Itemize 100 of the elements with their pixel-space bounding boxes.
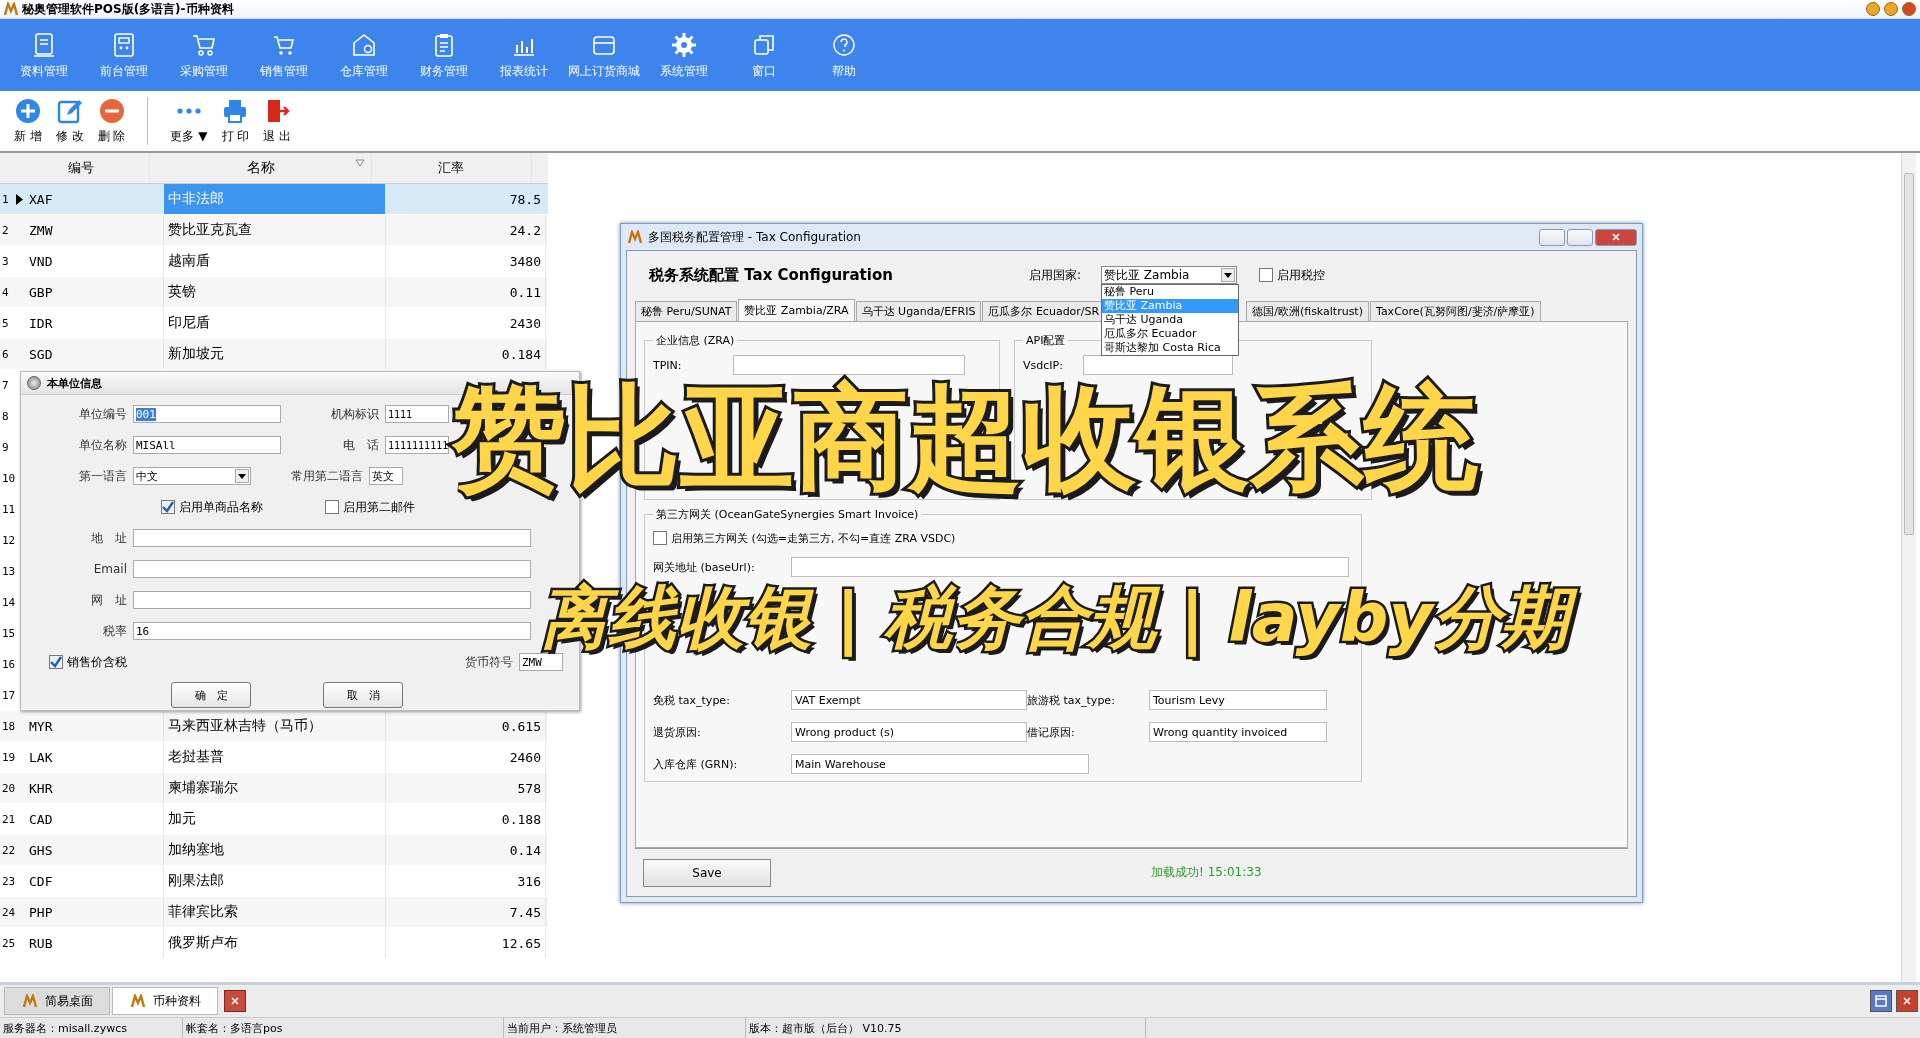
toolbar-button[interactable]: 修 改 <box>51 97 88 145</box>
field-label: 第一语言 <box>78 467 128 485</box>
minimize-button[interactable] <box>1866 2 1880 16</box>
dropdown-option[interactable]: 秘鲁 Peru <box>1102 285 1238 299</box>
tab[interactable]: 德国/欧洲(fiskaltrust) <box>1246 301 1369 321</box>
table-row[interactable]: 6 SGD 新加坡元 0.184 <box>0 339 548 370</box>
close-tab-button[interactable] <box>224 990 246 1012</box>
input-field[interactable]: Wrong product (s) <box>791 722 1027 742</box>
table-cell: 越南盾 <box>164 246 386 276</box>
input-field[interactable] <box>1083 355 1233 375</box>
table-row[interactable]: 18 MYR 马来西亚林吉特（马币） 0.615 <box>0 711 548 742</box>
group-title: 第三方网关 (OceanGateSynergies Smart Invoice) <box>653 507 922 522</box>
field-label: 机构标识 <box>330 405 380 423</box>
maximize-button[interactable] <box>1884 2 1898 16</box>
input-field[interactable]: 1111 <box>385 405 449 423</box>
maximize-button[interactable] <box>1567 228 1593 246</box>
scrollbar[interactable] <box>1901 153 1916 982</box>
nav-button[interactable]: 网上订货商城 <box>564 19 644 91</box>
table-row[interactable]: 3 VND 越南盾 3480 <box>0 246 548 277</box>
table-row[interactable]: 25 RUB 俄罗斯卢布 12.65 <box>0 928 548 959</box>
dropdown[interactable]: 中文 <box>133 467 251 485</box>
checkbox[interactable]: 启用单商品名称 <box>161 498 325 516</box>
table-row[interactable]: 22 GHS 加纳塞地 0.14 <box>0 835 548 866</box>
table-cell: 俄罗斯卢布 <box>164 928 386 958</box>
table-cell: 578 <box>386 773 546 803</box>
scroll-thumb[interactable] <box>1904 173 1914 535</box>
table-cell: 0.11 <box>386 277 546 307</box>
nav-button[interactable]: 仓库管理 <box>324 19 404 91</box>
checkbox[interactable]: 启用第二邮件 <box>325 498 415 516</box>
column-header[interactable]: 编号 <box>12 153 150 183</box>
row-number: 3 <box>1 254 10 268</box>
input-field[interactable]: MISAll <box>133 436 281 454</box>
input-field[interactable]: 英文 <box>369 467 403 485</box>
checkbox[interactable]: 启用税控 <box>1259 266 1325 284</box>
toolbar-button[interactable]: 更多 ▼ <box>166 97 212 145</box>
toolbar-button[interactable]: 打 印 <box>217 97 254 145</box>
tab[interactable]: 赞比亚 Zambia/ZRA <box>738 299 855 321</box>
nav-button[interactable]: 前台管理 <box>84 19 164 91</box>
column-header[interactable]: 名称 <box>150 153 372 183</box>
dropdown-option[interactable]: 哥斯达黎加 Costa Rica <box>1102 341 1238 355</box>
dropdown-option[interactable]: 厄瓜多尔 Ecuador <box>1102 327 1238 341</box>
tab[interactable]: 乌干达 Uganda/EFRIS <box>855 301 982 321</box>
table-row[interactable]: 20 KHR 柬埔寨瑞尔 578 <box>0 773 548 804</box>
nav-button[interactable]: 销售管理 <box>244 19 324 91</box>
table-row[interactable]: 2 ZMW 赞比亚克瓦查 24.2 <box>0 215 548 246</box>
input-field[interactable]: Wrong quantity invoiced <box>1149 722 1327 742</box>
column-header[interactable]: 汇率 <box>372 153 532 183</box>
close-button[interactable] <box>1902 2 1916 16</box>
input-field[interactable]: 001 <box>133 405 281 423</box>
nav-button[interactable]: 帮助 <box>804 19 884 91</box>
document-tab[interactable]: 币种资料 <box>112 987 218 1015</box>
input-field[interactable]: VAT Exempt <box>791 690 1027 710</box>
input-field[interactable] <box>133 560 531 578</box>
input-field[interactable] <box>791 557 1349 577</box>
field-label: 退货原因: <box>653 724 702 740</box>
checkbox[interactable]: 启用第三方网关 (勾选=走第三方, 不勾=直连 ZRA VSDC) <box>653 529 1353 547</box>
table-row[interactable]: 21 CAD 加元 0.188 <box>0 804 548 835</box>
table-cell: IDR <box>26 308 164 338</box>
nav-button[interactable]: 资料管理 <box>4 19 84 91</box>
table-cell: GHS <box>26 835 164 865</box>
input-field[interactable]: ZMW <box>519 653 563 671</box>
nav-button[interactable]: 财务管理 <box>404 19 484 91</box>
toolbar-button[interactable]: 新 增 <box>10 97 46 145</box>
input-field[interactable] <box>733 355 965 375</box>
close-icon <box>1612 233 1620 241</box>
table-row[interactable]: 23 CDF 刚果法郎 316 <box>0 866 548 897</box>
tab[interactable]: 秘鲁 Peru/SUNAT <box>635 301 738 321</box>
row-number: 4 <box>1 285 10 299</box>
close-button[interactable] <box>1896 990 1918 1012</box>
confirm-button[interactable]: 确 定 <box>171 682 251 708</box>
input-field[interactable]: Tourism Levy <box>1149 690 1327 710</box>
nav-button[interactable]: 窗口 <box>724 19 804 91</box>
table-cell: CDF <box>26 866 164 896</box>
nav-button[interactable]: 报表统计 <box>484 19 564 91</box>
table-row[interactable]: 1 XAF 中非法郎 78.5 <box>0 184 548 215</box>
table-row[interactable]: 24 PHP 菲律宾比索 7.45 <box>0 897 548 928</box>
table-row[interactable]: 19 LAK 老挝基普 2460 <box>0 742 548 773</box>
input-field[interactable] <box>133 591 531 609</box>
cancel-button[interactable]: 取 消 <box>323 682 403 708</box>
save-button[interactable]: Save <box>643 858 771 887</box>
input-field[interactable] <box>133 529 531 547</box>
input-field[interactable]: 1111111111 <box>385 436 449 454</box>
input-field[interactable]: Main Warehouse <box>791 754 1089 774</box>
table-cell: 0.14 <box>386 835 546 865</box>
status-text: 帐套名：多语言pos <box>183 1018 504 1038</box>
checkbox[interactable]: 销售价含税 <box>49 653 127 671</box>
nav-button[interactable]: 系统管理 <box>644 19 724 91</box>
document-tab[interactable]: 简易桌面 <box>4 987 110 1015</box>
nav-button[interactable]: 采购管理 <box>164 19 244 91</box>
toolbar-button[interactable]: 删 除 <box>93 97 130 145</box>
table-cell: KHR <box>26 773 164 803</box>
table-row[interactable]: 4 GBP 英镑 0.11 <box>0 277 548 308</box>
minimize-button[interactable] <box>1539 228 1565 246</box>
input-field[interactable]: 16 <box>133 622 531 640</box>
close-button[interactable] <box>1595 228 1637 246</box>
toolbar-button[interactable]: 退 出 <box>259 97 296 145</box>
table-row[interactable]: 5 IDR 印尼盾 2430 <box>0 308 548 339</box>
window-list-button[interactable] <box>1870 990 1892 1012</box>
table-cell: 0.184 <box>386 339 546 369</box>
tab[interactable]: TaxCore(瓦努阿图/斐济/萨摩亚) <box>1370 301 1541 321</box>
